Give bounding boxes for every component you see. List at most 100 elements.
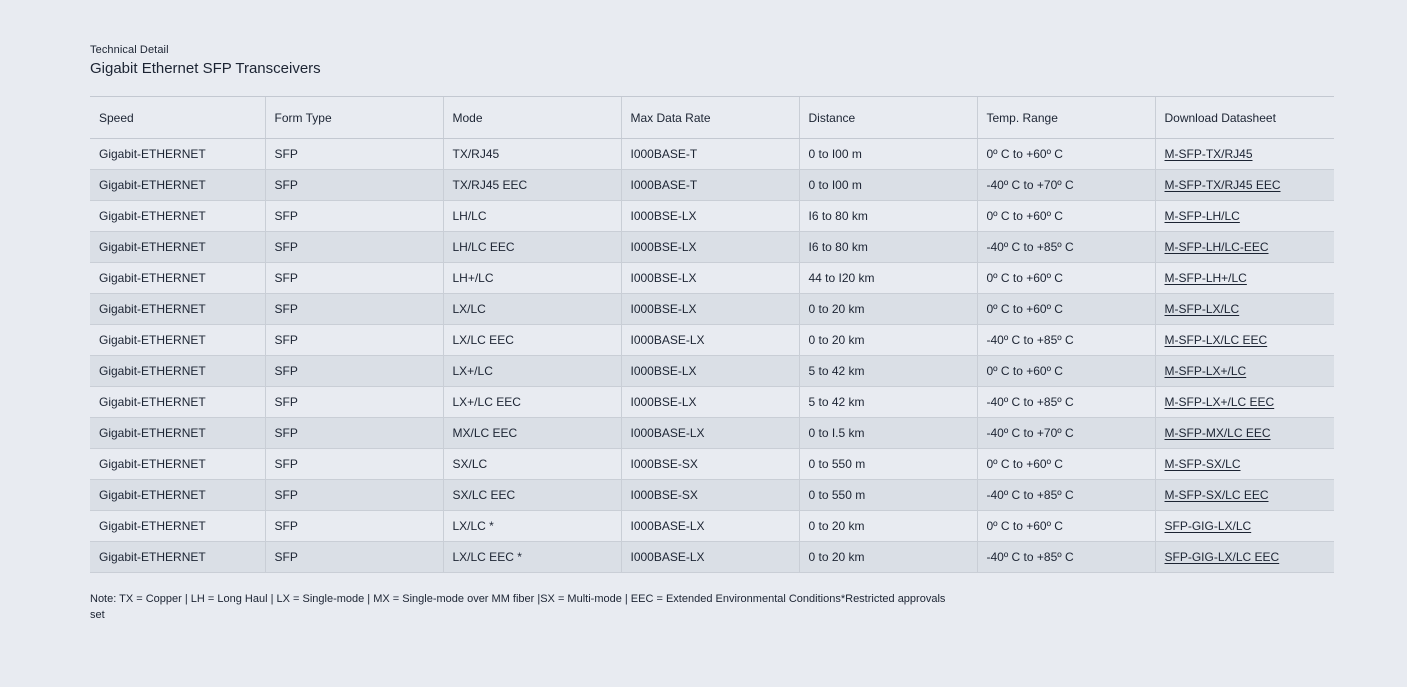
cell-datasheet: M-SFP-LX/LC: [1154, 293, 1334, 325]
cell-temp-range: 0º C to +60º C: [976, 510, 1155, 542]
cell-speed: Gigabit-ETHERNET: [90, 200, 265, 232]
cell-max-data-rate: I000BSE-SX: [620, 448, 799, 480]
cell-form-type: SFP: [264, 417, 443, 449]
datasheet-download-link[interactable]: M-SFP-LX+/LC EEC: [1165, 395, 1275, 409]
datasheet-download-link[interactable]: M-SFP-LH+/LC: [1165, 271, 1247, 285]
cell-temp-range: -40º C to +70º C: [976, 417, 1155, 449]
datasheet-download-link[interactable]: M-SFP-TX/RJ45 EEC: [1165, 178, 1281, 192]
datasheet-download-link[interactable]: M-SFP-LX+/LC: [1165, 364, 1247, 378]
table-row: Gigabit-ETHERNET SFP LX/LC I000BSE-LX 0 to 2…: [90, 293, 1334, 325]
cell-distance: 5 to 42 km: [798, 355, 977, 387]
datasheet-download-link[interactable]: SFP-GIG-LX/LC: [1165, 519, 1252, 533]
table-row: Gigabit-ETHERNET SFP TX/RJ45 EEC I000BASE-T…: [90, 169, 1334, 201]
table-row: Gigabit-ETHERNET SFP LX/LC EEC I000BASE-LX 0…: [90, 324, 1334, 356]
cell-datasheet: M-SFP-LH/LC-EEC: [1154, 231, 1334, 263]
footnote: Note: TX = Copper | LH = Long Haul | LX …: [90, 593, 946, 621]
datasheet-download-link[interactable]: M-SFP-MX/LC EEC: [1165, 426, 1271, 440]
cell-temp-range: 0º C to +60º C: [976, 138, 1155, 170]
cell-max-data-rate: I000BASE-LX: [620, 324, 799, 356]
cell-datasheet: M-SFP-SX/LC: [1154, 448, 1334, 480]
cell-max-data-rate: I000BSE-LX: [620, 200, 799, 232]
cell-mode: TX/RJ45 EEC: [442, 169, 621, 201]
cell-mode: LX/LC *: [442, 510, 621, 542]
cell-max-data-rate: I000BASE-T: [620, 169, 799, 201]
table-row: Gigabit-ETHERNET SFP LX/LC EEC * I000BASE-L…: [90, 541, 1334, 573]
table-row: Gigabit-ETHERNET SFP SX/LC I000BSE-SX 0 to 5…: [90, 448, 1334, 480]
cell-max-data-rate: I000BASE-T: [620, 138, 799, 170]
column-header-mode: Mode: [442, 96, 621, 139]
datasheet-download-link[interactable]: M-SFP-LH/LC-EEC: [1165, 240, 1269, 254]
cell-mode: LX+/LC EEC: [442, 386, 621, 418]
table-row: Gigabit-ETHERNET SFP LH/LC EEC I000BSE-LX I6…: [90, 231, 1334, 263]
cell-distance: 44 to I20 km: [798, 262, 977, 294]
table-row: Gigabit-ETHERNET SFP LX/LC * I000BASE-LX 0 t…: [90, 510, 1334, 542]
column-header-max-data-rate: Max Data Rate: [620, 96, 799, 139]
table-row: Gigabit-ETHERNET SFP SX/LC EEC I000BSE-SX 0 …: [90, 479, 1334, 511]
column-header-temp-range: Temp. Range: [976, 96, 1155, 139]
sfp-spec-table: Speed Form Type Mode Max Data Rate Dista…: [90, 96, 1334, 573]
cell-datasheet: M-SFP-LH/LC: [1154, 200, 1334, 232]
cell-form-type: SFP: [264, 479, 443, 511]
datasheet-download-link[interactable]: SFP-GIG-LX/LC EEC: [1165, 550, 1280, 564]
cell-mode: LX/LC EEC *: [442, 541, 621, 573]
cell-distance: 0 to 20 km: [798, 324, 977, 356]
cell-form-type: SFP: [264, 293, 443, 325]
cell-max-data-rate: I000BASE-LX: [620, 510, 799, 542]
cell-form-type: SFP: [264, 200, 443, 232]
cell-speed: Gigabit-ETHERNET: [90, 231, 265, 263]
cell-distance: 0 to 550 m: [798, 479, 977, 511]
cell-datasheet: M-SFP-TX/RJ45: [1154, 138, 1334, 170]
cell-temp-range: -40º C to +85º C: [976, 479, 1155, 511]
cell-temp-range: -40º C to +85º C: [976, 231, 1155, 263]
cell-temp-range: -40º C to +85º C: [976, 541, 1155, 573]
cell-speed: Gigabit-ETHERNET: [90, 138, 265, 170]
cell-mode: LH/LC EEC: [442, 231, 621, 263]
cell-mode: LH+/LC: [442, 262, 621, 294]
cell-form-type: SFP: [264, 386, 443, 418]
table-body: Gigabit-ETHERNET SFP TX/RJ45 I000BASE-T 0 to…: [90, 138, 1334, 573]
datasheet-download-link[interactable]: M-SFP-LH/LC: [1165, 209, 1240, 223]
cell-distance: I6 to 80 km: [798, 231, 977, 263]
table-row: Gigabit-ETHERNET SFP MX/LC EEC I000BASE-LX 0…: [90, 417, 1334, 449]
cell-datasheet: M-SFP-MX/LC EEC: [1154, 417, 1334, 449]
table-row: Gigabit-ETHERNET SFP LX+/LC I000BSE-LX 5 to …: [90, 355, 1334, 387]
cell-distance: 0 to I00 m: [798, 138, 977, 170]
cell-form-type: SFP: [264, 138, 443, 170]
cell-form-type: SFP: [264, 262, 443, 294]
cell-form-type: SFP: [264, 324, 443, 356]
cell-speed: Gigabit-ETHERNET: [90, 448, 265, 480]
datasheet-download-link[interactable]: M-SFP-TX/RJ45: [1165, 147, 1253, 161]
column-header-download-datasheet: Download Datasheet: [1154, 96, 1334, 139]
datasheet-download-link[interactable]: M-SFP-LX/LC: [1165, 302, 1240, 316]
cell-form-type: SFP: [264, 510, 443, 542]
cell-distance: 0 to I00 m: [798, 169, 977, 201]
cell-max-data-rate: I000BSE-LX: [620, 262, 799, 294]
cell-speed: Gigabit-ETHERNET: [90, 479, 265, 511]
cell-form-type: SFP: [264, 355, 443, 387]
cell-distance: 0 to 20 km: [798, 510, 977, 542]
cell-form-type: SFP: [264, 169, 443, 201]
cell-datasheet: M-SFP-LH+/LC: [1154, 262, 1334, 294]
cell-distance: 0 to 20 km: [798, 541, 977, 573]
cell-mode: SX/LC EEC: [442, 479, 621, 511]
cell-distance: 0 to 20 km: [798, 293, 977, 325]
cell-speed: Gigabit-ETHERNET: [90, 417, 265, 449]
datasheet-download-link[interactable]: M-SFP-SX/LC EEC: [1165, 488, 1269, 502]
table-row: Gigabit-ETHERNET SFP LH/LC I000BSE-LX I6 to …: [90, 200, 1334, 232]
column-header-speed: Speed: [90, 96, 265, 139]
datasheet-download-link[interactable]: M-SFP-SX/LC: [1165, 457, 1241, 471]
cell-speed: Gigabit-ETHERNET: [90, 510, 265, 542]
table-row: Gigabit-ETHERNET SFP LH+/LC I000BSE-LX 44 to…: [90, 262, 1334, 294]
cell-distance: 0 to I.5 km: [798, 417, 977, 449]
cell-datasheet: M-SFP-LX+/LC: [1154, 355, 1334, 387]
cell-speed: Gigabit-ETHERNET: [90, 169, 265, 201]
column-header-distance: Distance: [798, 96, 977, 139]
cell-datasheet: M-SFP-TX/RJ45 EEC: [1154, 169, 1334, 201]
cell-form-type: SFP: [264, 231, 443, 263]
cell-temp-range: 0º C to +60º C: [976, 355, 1155, 387]
cell-datasheet: M-SFP-LX/LC EEC: [1154, 324, 1334, 356]
cell-temp-range: 0º C to +60º C: [976, 293, 1155, 325]
cell-speed: Gigabit-ETHERNET: [90, 386, 265, 418]
cell-temp-range: 0º C to +60º C: [976, 200, 1155, 232]
datasheet-download-link[interactable]: M-SFP-LX/LC EEC: [1165, 333, 1268, 347]
